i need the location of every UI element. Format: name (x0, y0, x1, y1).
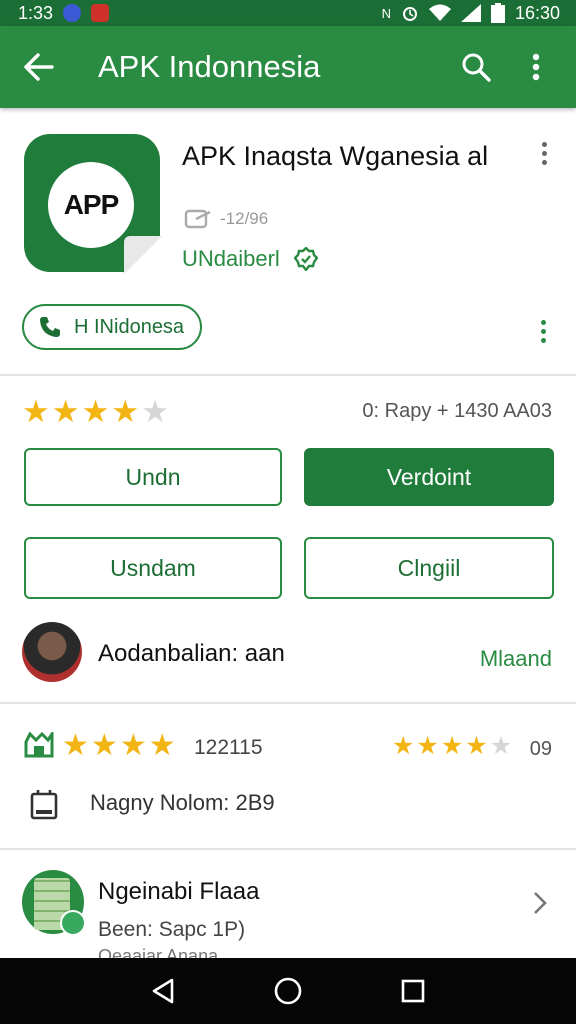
rating-count-text: 0: Rapy + 1430 AA03 (362, 400, 552, 422)
phone-icon (40, 317, 60, 337)
contact-chip[interactable]: H INidonesa (22, 304, 203, 350)
star-filled-icon: ★ (81, 394, 110, 429)
more-vert-icon (532, 53, 540, 81)
chip-more-icon[interactable] (537, 320, 549, 343)
chip-label: H INidonesa (74, 315, 185, 338)
tablet-icon (30, 790, 58, 820)
signal-icon (460, 4, 481, 22)
star-filled-icon: ★ (22, 394, 50, 429)
status-time-right: 16:30 (514, 2, 560, 23)
alarm-icon (402, 7, 417, 21)
wifi-icon (428, 4, 451, 21)
reviewer-name: Aodanbalian: aan (98, 640, 285, 667)
developer-row: -12/96 (184, 208, 268, 230)
star-filled-icon: ★ (440, 732, 464, 760)
star-filled-icon: ★ (148, 729, 176, 762)
app-name: APK Inaqsta Wganesia al (182, 141, 489, 171)
undn-button[interactable]: Undn (24, 448, 282, 506)
back-arrow-icon (24, 53, 54, 81)
stats-stars-right: ★ ★ ★ ★ ★ (392, 734, 512, 759)
header-more-icon[interactable] (538, 142, 550, 165)
stats-line: Nagny Nolom: 2B9 (90, 790, 275, 815)
avatar[interactable] (22, 622, 82, 682)
status-bar: 1:33 N 16:30 (0, 0, 576, 26)
android-badge-icon (60, 910, 86, 936)
star-empty-icon: ★ (141, 394, 169, 429)
back-button[interactable] (14, 42, 64, 92)
nav-back-icon (152, 978, 173, 1004)
star-filled-icon: ★ (392, 732, 415, 760)
nav-home-button[interactable] (264, 967, 312, 1015)
manage-link[interactable]: Mlaand (480, 646, 552, 672)
search-icon (462, 53, 491, 82)
status-time-left: 1:33 (18, 2, 54, 23)
nav-recents-icon (402, 979, 425, 1003)
verdoint-button[interactable]: Verdoint (304, 448, 554, 506)
system-nav-bar (0, 958, 576, 1024)
nav-recents-button[interactable] (389, 967, 437, 1015)
star-filled-icon: ★ (111, 394, 140, 429)
list-item-icon (22, 870, 86, 936)
stats-section: ★ ★ ★ ★ 122115 ★ ★ ★ ★ ★ 09 Nagny Nolom: 2B9 (0, 704, 576, 850)
status-left: 1:33 (18, 2, 110, 24)
verified-badge-icon (293, 247, 318, 271)
usndam-button[interactable]: Usndam (24, 537, 282, 599)
more-options-button[interactable] (514, 42, 558, 92)
star-filled-icon: ★ (119, 729, 147, 762)
app-notification-icon (91, 4, 110, 22)
stats-right-count: 09 (529, 738, 552, 760)
verified-label: UNdaiberl (182, 246, 280, 271)
star-empty-icon: ★ (489, 732, 513, 760)
clngiil-button[interactable]: Clngiil (304, 537, 554, 599)
list-item-subtitle: Been: Sapc 1P) (98, 918, 246, 941)
app-icon-badge: APP (48, 162, 134, 248)
stats-left-count: 122115 (194, 736, 263, 759)
star-filled-icon: ★ (62, 729, 89, 762)
stats-stars-left: ★ ★ ★ ★ (62, 730, 176, 761)
nav-back-button[interactable] (139, 967, 187, 1015)
status-right: N 16:30 (382, 3, 560, 24)
chevron-right-icon[interactable] (530, 890, 550, 916)
search-button[interactable] (454, 42, 498, 92)
messenger-icon (63, 4, 82, 22)
app-icon-fold (124, 236, 162, 274)
nav-home-icon (274, 977, 302, 1005)
nfc-icon: N (381, 5, 391, 21)
list-item-title: Ngeinabi Flaaa (98, 878, 260, 905)
app-bar-title: APK Indonnesia (98, 49, 321, 84)
rating-stars: ★ ★ ★ ★ ★ (22, 396, 169, 427)
app-bar: APK Indonnesia (0, 26, 576, 108)
rating-actions-section: ★ ★ ★ ★ ★ 0: Rapy + 1430 AA03 Undn Verdoint … (0, 376, 576, 704)
app-header-section: APP APK Inaqsta Wganesia al -12/96 UNdai… (0, 108, 576, 376)
verified-row: UNdaiberl (182, 246, 318, 272)
app-icon[interactable]: APP (24, 134, 162, 274)
star-filled-icon: ★ (465, 732, 488, 760)
star-filled-icon: ★ (51, 394, 80, 429)
list-item-subtitle-secondary: Qeaaiar Anana (98, 946, 219, 958)
shop-icon (24, 732, 54, 758)
star-filled-icon: ★ (90, 729, 118, 762)
developer-text: -12/96 (220, 209, 269, 228)
list-item[interactable]: Ngeinabi Flaaa Been: Sapc 1P) Qeaaiar An… (0, 850, 576, 958)
battery-icon (490, 3, 505, 23)
star-filled-icon: ★ (416, 732, 439, 760)
share-icon (184, 209, 211, 229)
